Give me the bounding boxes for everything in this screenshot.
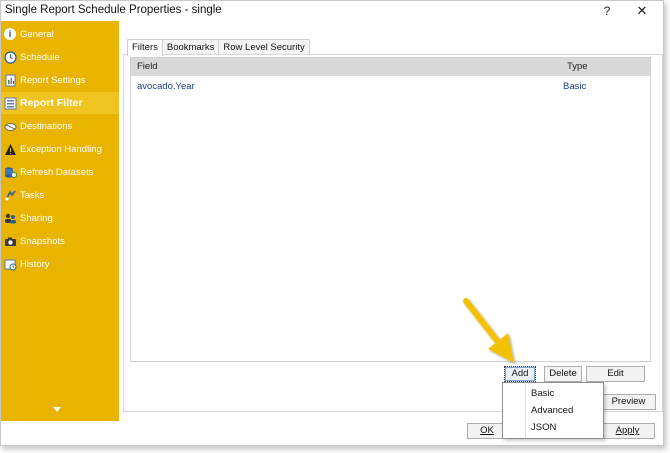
sidebar-item-schedule[interactable]: Schedule bbox=[1, 46, 119, 68]
sidebar-item-label: History bbox=[20, 258, 50, 270]
window-title: Single Report Schedule Properties - sing… bbox=[5, 4, 222, 16]
apply-button[interactable]: Apply bbox=[600, 423, 655, 439]
title-bar: Single Report Schedule Properties - sing… bbox=[1, 1, 663, 21]
snapshots-icon bbox=[3, 234, 17, 248]
sidebar-item-general[interactable]: i General bbox=[1, 23, 119, 45]
report-filter-icon bbox=[3, 96, 17, 110]
tab-strip: Filters Bookmarks Row Level Security bbox=[127, 39, 310, 56]
refresh-icon bbox=[3, 165, 17, 179]
filters-panel: Field Type avocado.Year Basic Add Delete… bbox=[123, 54, 663, 412]
sidebar-item-label: Schedule bbox=[20, 51, 60, 63]
grid-header: Field Type bbox=[131, 58, 650, 76]
sidebar-item-label: Destinations bbox=[20, 120, 73, 132]
help-button[interactable]: ? bbox=[596, 1, 618, 21]
sidebar-item-destinations[interactable]: Destinations bbox=[1, 115, 119, 137]
sidebar-item-label: Report Filter bbox=[20, 97, 83, 109]
menu-item-json[interactable]: JSON bbox=[504, 419, 603, 436]
sidebar-item-label: Snapshots bbox=[20, 235, 65, 247]
history-icon bbox=[3, 257, 17, 271]
ok-button[interactable]: OK bbox=[467, 423, 507, 439]
preview-button[interactable]: Preview bbox=[601, 394, 656, 410]
report-settings-icon bbox=[3, 73, 17, 87]
sharing-icon bbox=[3, 211, 17, 225]
row-field-value: avocado.Year bbox=[137, 81, 195, 92]
sidebar-item-label: Report Settings bbox=[20, 74, 86, 86]
tab-bookmarks[interactable]: Bookmarks bbox=[161, 39, 220, 55]
arrow-annotation-icon bbox=[463, 298, 514, 363]
sidebar-item-report-settings[interactable]: Report Settings bbox=[1, 69, 119, 91]
sidebar-item-label: Sharing bbox=[20, 212, 53, 224]
clock-icon bbox=[3, 50, 17, 64]
sidebar-item-label: Refresh Datasets bbox=[20, 166, 94, 178]
tab-filters[interactable]: Filters bbox=[127, 39, 163, 56]
edit-button[interactable]: Edit bbox=[586, 366, 645, 382]
add-filter-menu: Basic Advanced JSON bbox=[502, 382, 604, 439]
sidebar-item-label: Exception Handling bbox=[20, 143, 102, 155]
sidebar-item-report-filter[interactable]: Report Filter bbox=[1, 92, 119, 114]
sidebar-item-refresh-datasets[interactable]: Refresh Datasets bbox=[1, 161, 119, 183]
sidebar-item-label: Tasks bbox=[20, 189, 45, 201]
delete-button[interactable]: Delete bbox=[544, 366, 582, 382]
table-row[interactable]: avocado.Year Basic bbox=[131, 80, 650, 94]
main-content: Filters Bookmarks Row Level Security Fie… bbox=[119, 21, 663, 421]
chevron-down-icon[interactable] bbox=[53, 407, 61, 412]
properties-dialog: Single Report Schedule Properties - sing… bbox=[0, 0, 664, 446]
filter-grid[interactable]: Field Type avocado.Year Basic bbox=[130, 57, 651, 362]
menu-item-advanced[interactable]: Advanced bbox=[504, 402, 603, 419]
sidebar-item-sharing[interactable]: Sharing bbox=[1, 207, 119, 229]
warning-icon bbox=[3, 142, 17, 156]
sidebar-item-tasks[interactable]: Tasks bbox=[1, 184, 119, 206]
menu-item-basic[interactable]: Basic bbox=[504, 385, 603, 402]
sidebar-item-exception-handling[interactable]: Exception Handling bbox=[1, 138, 119, 160]
sidebar: i General Schedule Report Settings Repor… bbox=[1, 21, 119, 421]
column-header-field[interactable]: Field bbox=[137, 61, 158, 72]
sidebar-item-history[interactable]: History bbox=[1, 253, 119, 275]
close-button[interactable]: ✕ bbox=[629, 1, 655, 21]
row-type-value: Basic bbox=[563, 81, 587, 92]
sidebar-item-label: General bbox=[20, 28, 54, 40]
tasks-icon bbox=[3, 188, 17, 202]
column-header-type[interactable]: Type bbox=[567, 61, 588, 72]
destinations-icon bbox=[3, 119, 17, 133]
sidebar-item-snapshots[interactable]: Snapshots bbox=[1, 230, 119, 252]
tab-row-level-security[interactable]: Row Level Security bbox=[218, 39, 310, 55]
info-icon: i bbox=[3, 27, 17, 41]
